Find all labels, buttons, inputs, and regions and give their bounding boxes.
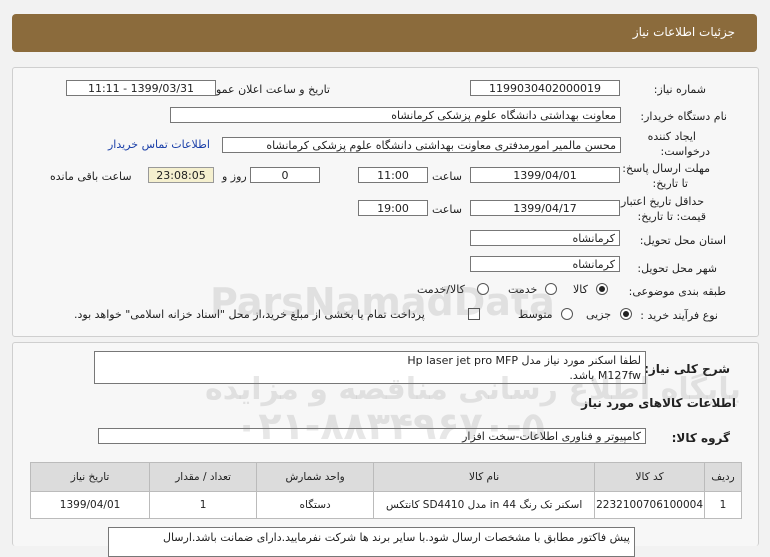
notes-box: پیش فاکتور مطابق با مشخصات ارسال شود.با … [108, 527, 635, 557]
city-field: کرمانشاه [470, 256, 620, 272]
process-radio-minor[interactable] [620, 308, 632, 320]
cell-code: 2232100706100004 [594, 491, 705, 519]
category-radio-goods[interactable] [596, 283, 608, 295]
notes-text: پیش فاکتور مطابق با مشخصات ارسال شود.با … [162, 531, 630, 544]
cell-qty: 1 [149, 491, 258, 519]
cell-date: 1399/04/01 [29, 491, 151, 519]
need-number-field: 1199030402000019 [470, 80, 620, 96]
buyer-contact-link[interactable]: اطلاعات تماس خریدار [108, 138, 210, 151]
validity-label-1: حداقل تاریخ اعتبار [620, 195, 704, 208]
deadline-time-field: 11:00 [358, 167, 428, 183]
province-label: استان محل تحویل: [639, 234, 726, 247]
process-radio-medium[interactable] [561, 308, 573, 320]
page-header: جزئیات اطلاعات نیاز [12, 14, 757, 52]
deadline-label-1: مهلت ارسال پاسخ: [622, 162, 710, 175]
col-row: ردیف [704, 462, 742, 492]
col-code: کد کالا [594, 462, 705, 492]
goods-table-header: ردیف کد کالا نام کالا واحد شمارش تعداد /… [29, 462, 742, 492]
deadline-time-label: ساعت [432, 170, 462, 183]
validity-time-label: ساعت [432, 203, 462, 216]
watermark-line: پایگاه اطلاع رسانی مناقصه و مزایده [205, 372, 741, 407]
validity-time-field: 19:00 [358, 200, 428, 216]
remaining-label: ساعت باقی مانده [50, 170, 132, 183]
announce-field: 1399/03/31 - 11:11 [66, 80, 216, 96]
col-qty: تعداد / مقدار [149, 462, 258, 492]
process-label: نوع فرآیند خرید : [640, 309, 718, 322]
buyer-org-field: معاونت بهداشتی دانشگاه علوم پزشکی کرمانش… [170, 107, 621, 123]
watermark-phone: ۰۲۱-۸۸۳۴۹۶۷۰-۵ [235, 404, 545, 448]
page-title: جزئیات اطلاعات نیاز [632, 25, 735, 39]
creator-label-1: ایجاد کننده [647, 130, 696, 143]
description-line-1: لطفا اسکنر مورد نیاز مدل Hp laser jet pr… [407, 354, 641, 367]
creator-label-2: درخواست: [660, 145, 710, 158]
watermark-brand: ParsNamadData [210, 280, 555, 324]
category-label: طبقه بندی موضوعی: [628, 285, 726, 298]
countdown-timer: 23:08:05 [148, 167, 214, 183]
table-row: 1 2232100706100004 اسکنر تک رنگ 44 in مد… [29, 491, 742, 519]
creator-field: محسن مالمیر امورمدفتری معاونت بهداشتی دا… [222, 137, 621, 153]
col-unit: واحد شمارش [256, 462, 375, 492]
deadline-label-2: تا تاریخ: [652, 177, 688, 190]
days-label: روز و [222, 170, 247, 183]
city-label: شهر محل تحویل: [637, 262, 717, 275]
validity-label-2: قیمت: تا تاریخ: [637, 210, 706, 223]
deadline-date-field: 1399/04/01 [470, 167, 620, 183]
col-date: تاریخ نیاز [29, 462, 151, 492]
announce-label: تاریخ و ساعت اعلان عمومی: [197, 83, 330, 96]
cell-name: اسکنر تک رنگ 44 in مدل SD4410 کانتکس [373, 491, 596, 519]
province-field: کرمانشاه [470, 230, 620, 246]
col-name: نام کالا [373, 462, 596, 492]
goods-group-label: گروه کالا: [671, 431, 730, 445]
buyer-org-label: نام دستگاه خریدار: [640, 110, 727, 123]
cell-row: 1 [704, 491, 742, 519]
validity-date-field: 1399/04/17 [470, 200, 620, 216]
days-field: 0 [250, 167, 320, 183]
process-option-minor: جزیی [586, 308, 612, 321]
cell-unit: دستگاه [256, 491, 375, 519]
category-option-goods: کالا [573, 283, 588, 296]
goods-table: ردیف کد کالا نام کالا واحد شمارش تعداد /… [29, 462, 742, 519]
need-number-label: شماره نیاز: [653, 83, 706, 96]
